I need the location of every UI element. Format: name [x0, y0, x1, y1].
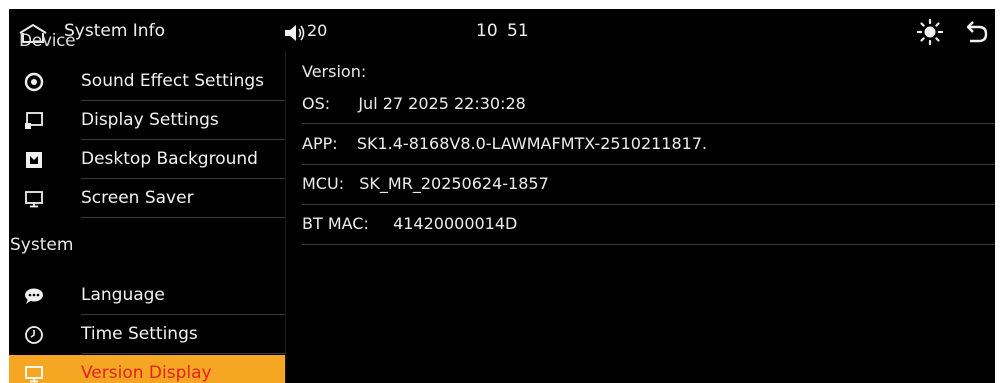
sound-effect-icon	[24, 72, 44, 92]
divider	[81, 139, 285, 140]
top-bar: Device System Info 20 10 51	[9, 9, 995, 51]
sidebar-item-time-settings[interactable]: Time Settings	[9, 316, 285, 354]
bt-mac-value: 41420000014D	[393, 214, 518, 233]
sidebar-item-version-display[interactable]: Version Display	[9, 355, 285, 383]
mcu-value: SK_MR_20250624-1857	[359, 174, 549, 193]
speech-bubble-icon	[24, 286, 44, 306]
sidebar-item-label: Language	[81, 285, 165, 305]
mcu-version-row: MCU: SK_MR_20250624-1857	[302, 174, 995, 193]
monitor-icon	[24, 364, 44, 383]
divider	[302, 244, 995, 245]
brightness-button[interactable]	[916, 18, 944, 46]
app-value: SK1.4-8168V8.0-LAWMAFMTX-2510211817.	[356, 134, 708, 153]
divider	[81, 178, 285, 179]
divider	[81, 100, 285, 101]
sidebar-item-desktop-background[interactable]: Desktop Background	[9, 141, 285, 179]
sidebar-item-display-settings[interactable]: Display Settings	[9, 102, 285, 140]
divider	[81, 217, 285, 218]
back-button[interactable]	[964, 19, 990, 45]
app-version-row: APP: SK1.4-8168V8.0-LAWMAFMTX-2510211817…	[302, 134, 995, 153]
wallpaper-icon	[24, 150, 44, 170]
os-version-row: OS: Jul 27 2025 22:30:28	[302, 94, 995, 113]
screen: Device System Info 20 10 51 Sound Effect…	[0, 0, 1003, 383]
sidebar-item-language[interactable]: Language	[9, 277, 285, 315]
volume-level: 20	[307, 21, 328, 40]
divider	[302, 164, 995, 165]
os-value: Jul 27 2025 22:30:28	[358, 94, 526, 113]
section-header-system: System	[10, 235, 74, 255]
sidebar-item-label: Time Settings	[81, 324, 198, 344]
clock: 10 51	[476, 21, 529, 41]
sidebar-item-label: Display Settings	[81, 110, 219, 130]
page-title: System Info	[64, 21, 165, 41]
volume-button[interactable]	[284, 22, 306, 44]
bt-mac-row: BT MAC: 41420000014D	[302, 214, 995, 233]
mcu-label: MCU:	[302, 174, 345, 193]
sidebar-item-label: Sound Effect Settings	[81, 71, 264, 91]
sidebar-item-screen-saver[interactable]: Screen Saver	[9, 180, 285, 218]
sidebar-item-label: Version Display	[81, 363, 212, 383]
sidebar-item-label: Desktop Background	[81, 149, 258, 169]
divider	[302, 204, 995, 205]
os-label: OS:	[302, 94, 331, 113]
divider	[302, 123, 995, 124]
sun-icon	[916, 18, 944, 46]
app-label: APP:	[302, 134, 338, 153]
back-arrow-icon	[966, 21, 988, 43]
monitor-icon	[24, 189, 44, 209]
clock-icon	[24, 325, 44, 345]
settings-sidebar: Sound Effect Settings Display Settings D…	[9, 51, 285, 383]
speaker-icon	[285, 25, 305, 41]
divider	[81, 353, 285, 354]
divider	[81, 314, 285, 315]
version-heading: Version:	[302, 62, 367, 81]
display-icon	[24, 111, 44, 131]
sidebar-divider	[285, 51, 286, 383]
system-info-panel: Device System Info 20 10 51 Sound Effect…	[9, 9, 995, 383]
sidebar-item-sound-effect-settings[interactable]: Sound Effect Settings	[9, 63, 285, 101]
sidebar-item-label: Screen Saver	[81, 188, 194, 208]
bt-mac-label: BT MAC:	[302, 214, 369, 233]
